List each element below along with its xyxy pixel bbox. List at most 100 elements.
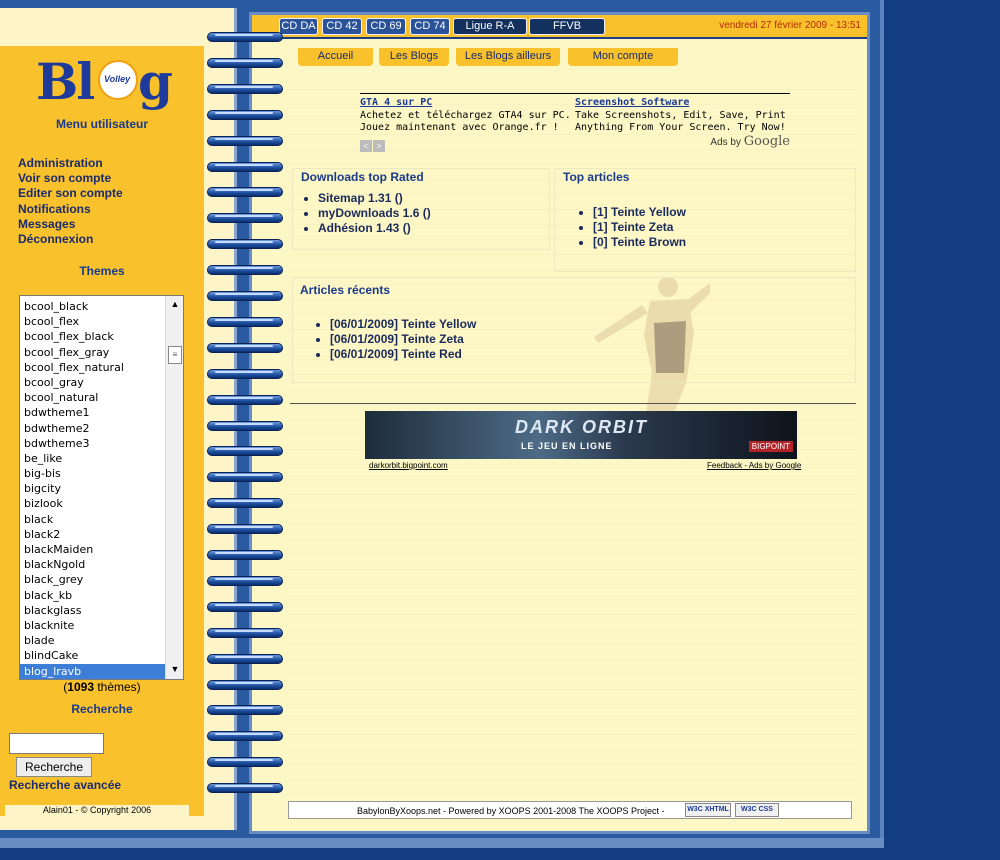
theme-option[interactable]: black_kb [20,588,165,603]
logo-ball-text: Volley [104,74,131,84]
spiral-ring [207,522,283,536]
dark-orbit-banner[interactable]: DARK ORBIT LE JEU EN LIGNE BIGPOINT [365,411,797,459]
theme-option[interactable]: black_grey [20,572,165,587]
theme-option[interactable]: black2 [20,527,165,542]
scroll-thumb[interactable]: ≡ [168,346,182,364]
theme-option[interactable]: bcool_flex_natural [20,360,165,375]
ring-shine [215,629,273,632]
menu-item-notifications[interactable]: Notifications [18,202,123,217]
ad-item[interactable]: Screenshot Software Take Screenshots, Ed… [575,97,786,135]
spiral-ring [207,548,283,562]
top-article-item[interactable]: [1] Teinte Zeta [593,220,686,235]
spiral-ring [207,341,283,355]
ads-by-google[interactable]: Ads by Google [710,134,790,149]
theme-option[interactable]: bcool_flex [20,314,165,329]
top-article-item[interactable]: [1] Teinte Yellow [593,205,686,220]
w3c-xhtml-badge-icon[interactable]: W3C XHTML 1.0 [685,803,731,817]
advanced-search-link[interactable]: Recherche avancée [9,778,121,792]
theme-option[interactable]: bigcity [20,481,165,496]
ring-shine [215,396,273,399]
theme-option[interactable]: black [20,512,165,527]
logo-text-left: Bl [36,52,95,111]
spiral-ring [207,496,283,510]
menu-item-view-account[interactable]: Voir son compte [18,171,123,186]
spiral-binding [205,30,285,810]
scroll-down-arrow-icon[interactable]: ▼ [169,664,181,676]
ring-shine [215,785,273,788]
tab-les-blogs[interactable]: Les Blogs [379,48,449,66]
themes-count-number: 1093 [67,680,94,694]
w3c-css-badge-icon[interactable]: W3C CSS [735,803,779,817]
search-button[interactable]: Recherche [16,757,92,777]
google-logo: Google [743,134,790,149]
search-input[interactable] [9,733,104,754]
theme-option[interactable]: bdwtheme3 [20,436,165,451]
spiral-ring [207,56,283,70]
spiral-ring [207,289,283,303]
menu-item-edit-account[interactable]: Editer son compte [18,186,123,201]
ad-title[interactable]: Screenshot Software [575,97,786,110]
menu-item-messages[interactable]: Messages [18,217,123,232]
tab-les-blogs-ailleurs[interactable]: Les Blogs ailleurs [456,48,560,66]
theme-option[interactable]: blackNgold [20,557,165,572]
scroll-up-arrow-icon[interactable]: ▲ [169,299,181,311]
ring-shine [215,293,273,295]
tab-mon-compte[interactable]: Mon compte [568,48,678,66]
ad-line: Anything From Your Screen. Try Now! [575,122,786,133]
themes-scrollbar[interactable]: ▲ ≡ ▼ [165,296,183,679]
spiral-ring [207,160,283,174]
banner-feedback-link[interactable]: Feedback - Ads by Google [707,461,801,470]
ad-prev-icon[interactable]: < [360,140,372,152]
recent-article-item[interactable]: [06/01/2009] Teinte Yellow [330,317,476,332]
theme-option[interactable]: bcool_flex_gray [20,345,165,360]
link-cd-42[interactable]: CD 42 [322,18,362,35]
link-ffvb[interactable]: FFVB [529,18,605,35]
downloads-item[interactable]: Sitemap 1.31 () [318,191,431,206]
link-cd-74[interactable]: CD 74 [410,18,450,35]
theme-option[interactable]: blacknite [20,618,165,633]
banner-link[interactable]: darkorbit.bigpoint.com [369,461,448,470]
theme-option[interactable]: bcool_natural [20,390,165,405]
ring-shine [215,655,273,658]
theme-option[interactable]: bcool_gray [20,375,165,390]
downloads-item[interactable]: Adhésion 1.43 () [318,221,431,236]
banner-subtitle: LE JEU EN LIGNE [521,441,613,451]
ring-shine [215,552,273,554]
downloads-item[interactable]: myDownloads 1.6 () [318,206,431,221]
ring-shine [215,474,273,477]
link-ligue-ra[interactable]: Ligue R-A [453,18,527,35]
link-cd-69[interactable]: CD 69 [366,18,406,35]
tab-accueil[interactable]: Accueil [298,48,373,66]
themes-list: bcool_black bcool_flex bcool_flex_black bco… [20,299,165,679]
ring-shine [215,241,273,244]
spiral-ring [207,678,283,692]
theme-option[interactable]: blade [20,633,165,648]
theme-option[interactable]: bdwtheme2 [20,421,165,436]
theme-option[interactable]: be_like [20,451,165,466]
theme-option[interactable]: bcool_black [20,299,165,314]
ad-title[interactable]: GTA 4 sur PC [360,97,571,110]
menu-item-administration[interactable]: Administration [18,156,123,171]
theme-option[interactable]: blindCake [20,648,165,663]
ad-next-icon[interactable]: > [373,140,385,152]
main-page: CD DA CD 42 CD 69 CD 74 Ligue R-A FFVB v… [249,12,870,834]
ring-shine [215,215,273,218]
theme-option[interactable]: blog_lravb [20,663,165,679]
theme-option[interactable]: bcool_flex_black [20,329,165,344]
theme-option[interactable]: blackglass [20,603,165,618]
menu-item-logout[interactable]: Déconnexion [18,232,123,247]
ad-item[interactable]: GTA 4 sur PC Achetez et téléchargez GTA4… [360,97,571,135]
recent-article-item[interactable]: [06/01/2009] Teinte Red [330,347,476,362]
blog-logo[interactable]: Bl Volley g [36,52,176,116]
top-article-item[interactable]: [0] Teinte Brown [593,235,686,250]
ad-nav: < > [360,138,386,152]
theme-option[interactable]: blackMaiden [20,542,165,557]
themes-title: Themes [79,264,125,278]
theme-option[interactable]: big-bis [20,466,165,481]
ring-shine [215,267,273,270]
theme-option[interactable]: bizlook [20,496,165,511]
divider [290,403,856,404]
themes-listbox[interactable]: bcool_black bcool_flex bcool_flex_black bco… [19,295,184,680]
theme-option[interactable]: bdwtheme1 [20,405,165,420]
recent-article-item[interactable]: [06/01/2009] Teinte Zeta [330,332,476,347]
